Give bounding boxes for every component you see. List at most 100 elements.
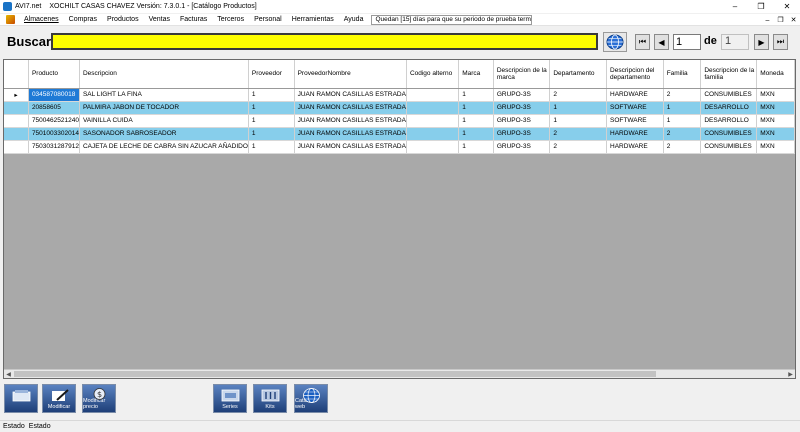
menu-compras[interactable]: Compras <box>64 16 102 23</box>
table-cell[interactable]: GRUPO-3S <box>493 127 551 141</box>
column-header[interactable]: Descripcion <box>79 60 249 89</box>
modify-button[interactable]: Modificar <box>42 384 76 413</box>
first-page-button[interactable]: ⏮ <box>635 34 650 50</box>
table-cell[interactable]: 1 <box>248 88 295 102</box>
minimize-icon[interactable]: – <box>722 0 748 13</box>
table-cell[interactable]: JUAN RAMON CASILLAS ESTRADA <box>294 101 407 115</box>
column-header[interactable]: Descripcion de la marca <box>493 60 551 89</box>
table-cell[interactable]: 034587080018 <box>28 88 80 102</box>
column-header[interactable]: Familia <box>663 60 702 89</box>
column-header[interactable]: Moneda <box>756 60 795 89</box>
column-header[interactable]: Proveedor <box>248 60 295 89</box>
table-cell[interactable]: 1 <box>458 101 494 115</box>
table-cell[interactable]: 1 <box>248 140 295 154</box>
table-cell[interactable] <box>406 140 460 154</box>
table-cell[interactable]: JUAN RAMON CASILLAS ESTRADA <box>294 114 407 128</box>
table-cell[interactable]: GRUPO-3S <box>493 88 551 102</box>
table-cell[interactable]: 2 <box>663 88 702 102</box>
table-cell[interactable]: 20858605 <box>28 101 80 115</box>
column-header[interactable]: Descripcion del departamento <box>606 60 664 89</box>
table-cell[interactable]: JUAN RAMON CASILLAS ESTRADA <box>294 127 407 141</box>
current-row-indicator-icon[interactable]: ▸ <box>4 88 29 102</box>
table-cell[interactable]: HARDWARE <box>606 127 664 141</box>
scroll-right-icon[interactable]: ▶ <box>786 370 795 378</box>
prev-page-button[interactable]: ◀ <box>654 34 669 50</box>
modify-price-button[interactable]: $ Modificar precio <box>82 384 116 413</box>
table-cell[interactable]: 1 <box>663 114 702 128</box>
menu-productos[interactable]: Productos <box>102 16 144 23</box>
table-cell[interactable]: MXN <box>756 101 795 115</box>
table-cell[interactable]: JUAN RAMON CASILLAS ESTRADA <box>294 88 407 102</box>
table-cell[interactable] <box>406 101 460 115</box>
table-cell[interactable]: CONSUMIBLES <box>700 88 758 102</box>
row-header[interactable] <box>4 127 29 141</box>
row-header[interactable] <box>4 114 29 128</box>
next-page-button[interactable]: ▶ <box>754 34 769 50</box>
table-cell[interactable]: 1 <box>248 127 295 141</box>
page-number-input[interactable] <box>673 34 701 50</box>
menu-ayuda[interactable]: Ayuda <box>339 16 369 23</box>
products-grid[interactable]: Producto Descripcion Proveedor Proveedor… <box>3 59 796 379</box>
column-header[interactable]: Descripcion de la familia <box>700 60 758 89</box>
table-cell[interactable]: CAJETA DE LECHE DE CABRA SIN AZUCAR AÑAD… <box>79 140 249 154</box>
table-cell[interactable]: 1 <box>549 114 608 128</box>
scroll-left-icon[interactable]: ◀ <box>4 370 13 378</box>
table-cell[interactable]: CONSUMIBLES <box>700 127 758 141</box>
last-page-button[interactable]: ⏭ <box>773 34 788 50</box>
table-cell[interactable]: 1 <box>458 88 494 102</box>
table-cell[interactable]: GRUPO-3S <box>493 101 551 115</box>
table-cell[interactable]: 1 <box>458 127 494 141</box>
table-row[interactable]: 7501003302014 SASONADOR SABROSEADOR 1 JUAN … <box>4 127 795 141</box>
menu-ventas[interactable]: Ventas <box>144 16 175 23</box>
table-cell[interactable]: SOFTWARE <box>606 114 664 128</box>
search-input[interactable] <box>51 33 598 50</box>
column-header[interactable]: ProveedorNombre <box>294 60 407 89</box>
close-icon[interactable]: ✕ <box>774 0 800 13</box>
restore-icon[interactable]: ❐ <box>748 0 774 13</box>
table-cell[interactable]: 1 <box>458 114 494 128</box>
table-cell[interactable]: HARDWARE <box>606 140 664 154</box>
menu-almacenes[interactable]: Almacenes <box>19 16 64 23</box>
table-cell[interactable]: SOFTWARE <box>606 101 664 115</box>
table-cell[interactable]: HARDWARE <box>606 88 664 102</box>
mdi-minimize-icon[interactable]: – <box>761 14 774 26</box>
table-cell[interactable]: 7501003302014 <box>28 127 80 141</box>
web-catalog-button[interactable]: Catálogo web <box>294 384 328 413</box>
table-cell[interactable]: 1 <box>248 114 295 128</box>
horizontal-scrollbar[interactable]: ◀ ▶ <box>4 369 795 378</box>
table-cell[interactable]: SASONADOR SABROSEADOR <box>79 127 249 141</box>
menu-herramientas[interactable]: Herramientas <box>287 16 339 23</box>
table-cell[interactable]: 1 <box>248 101 295 115</box>
table-cell[interactable] <box>406 88 460 102</box>
row-header[interactable] <box>4 101 29 115</box>
column-header[interactable]: Marca <box>458 60 494 89</box>
table-cell[interactable]: VAINILLA CUIDA <box>79 114 249 128</box>
mdi-restore-icon[interactable]: ❐ <box>774 14 787 26</box>
table-cell[interactable]: 2 <box>663 140 702 154</box>
table-cell[interactable]: GRUPO-3S <box>493 114 551 128</box>
column-header[interactable]: Codigo alterno <box>406 60 460 89</box>
table-cell[interactable]: 7503031287912 <box>28 140 80 154</box>
search-globe-button[interactable] <box>603 32 627 52</box>
table-cell[interactable]: 1 <box>458 140 494 154</box>
table-cell[interactable]: MXN <box>756 140 795 154</box>
table-cell[interactable]: DESARROLLO <box>700 114 758 128</box>
mdi-child-icon[interactable] <box>6 15 15 24</box>
mdi-close-icon[interactable]: ✕ <box>787 14 800 26</box>
table-row[interactable]: ▸ 034587080018 SAL LIGHT LA FINA 1 JUAN RAMO… <box>4 88 795 102</box>
table-cell[interactable]: GRUPO-3S <box>493 140 551 154</box>
table-cell[interactable]: 7500462521240 <box>28 114 80 128</box>
table-row[interactable]: 20858605 PALMIRA JABON DE TOCADOR 1 JUAN RA… <box>4 101 795 115</box>
new-product-button[interactable] <box>4 384 38 413</box>
table-cell[interactable]: 2 <box>549 140 608 154</box>
table-cell[interactable]: 2 <box>549 88 608 102</box>
series-button[interactable]: Series <box>213 384 247 413</box>
table-cell[interactable]: MXN <box>756 127 795 141</box>
menu-terceros[interactable]: Terceros <box>212 16 249 23</box>
table-cell[interactable] <box>406 114 460 128</box>
table-cell[interactable]: 1 <box>663 101 702 115</box>
table-cell[interactable]: PALMIRA JABON DE TOCADOR <box>79 101 249 115</box>
table-cell[interactable]: JUAN RAMON CASILLAS ESTRADA <box>294 140 407 154</box>
scrollbar-thumb[interactable] <box>14 371 656 377</box>
table-row[interactable]: 7500462521240 VAINILLA CUIDA 1 JUAN RAMON C… <box>4 114 795 128</box>
